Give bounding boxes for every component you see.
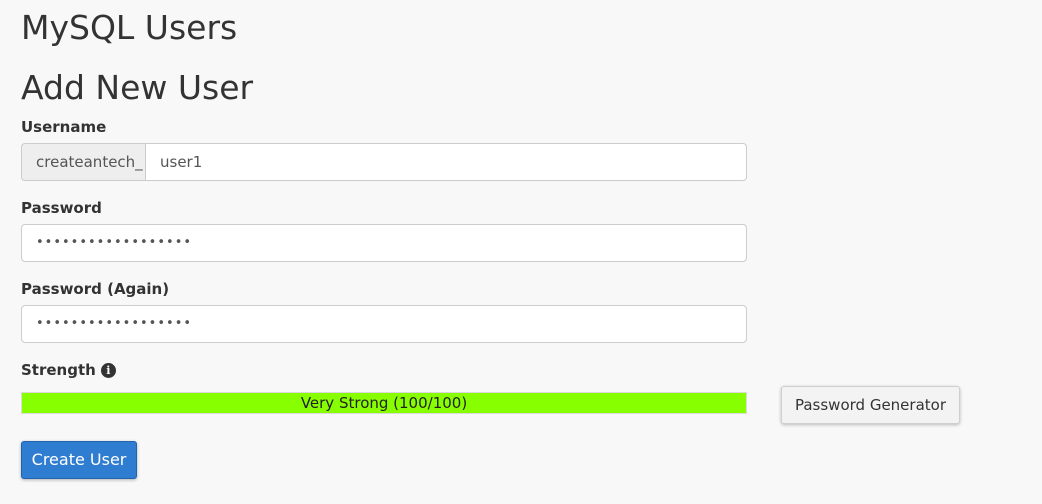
password-label: Password xyxy=(21,199,102,217)
password-input[interactable]: •••••••••••••••••• xyxy=(21,224,747,262)
username-input-group: createantech_ user1 xyxy=(21,143,747,181)
info-circle-icon[interactable]: i xyxy=(100,363,116,378)
password-generator-button[interactable]: Password Generator xyxy=(781,386,960,424)
password-again-input[interactable]: •••••••••••••••••• xyxy=(21,305,747,343)
username-prefix: createantech_ xyxy=(21,143,145,181)
strength-meter-text: Very Strong (100/100) xyxy=(300,394,468,412)
username-label: Username xyxy=(21,118,107,136)
section-title: Add New User xyxy=(21,68,254,107)
password-again-label: Password (Again) xyxy=(21,280,170,298)
strength-label: Strength xyxy=(21,361,96,379)
strength-label-row: Strength i xyxy=(21,360,116,380)
password-strength-meter: Very Strong (100/100) xyxy=(21,392,747,414)
create-user-button[interactable]: Create User xyxy=(21,441,137,479)
username-input[interactable]: user1 xyxy=(145,143,747,181)
page-title: MySQL Users xyxy=(21,8,238,47)
